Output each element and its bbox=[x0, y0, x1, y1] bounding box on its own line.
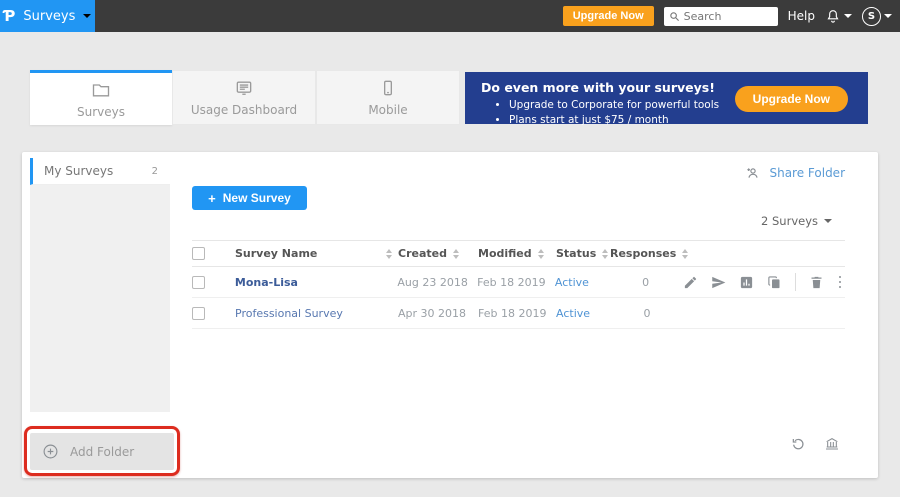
divider bbox=[795, 273, 796, 291]
modified-date: Feb 18 2019 bbox=[477, 276, 545, 289]
chevron-down-icon bbox=[824, 219, 832, 223]
new-survey-label: New Survey bbox=[223, 191, 291, 205]
upgrade-banner: Do even more with your surveys! Upgrade … bbox=[465, 72, 868, 124]
notifications-menu[interactable] bbox=[825, 8, 852, 24]
bell-icon bbox=[825, 8, 841, 24]
product-menu-label: Surveys bbox=[23, 9, 75, 24]
header-survey-name: Survey Name bbox=[235, 247, 317, 260]
sort-icon[interactable] bbox=[538, 249, 544, 259]
banner-bullet: Plans start at just $75 / month bbox=[509, 113, 868, 128]
chevron-down-icon bbox=[844, 14, 852, 18]
new-survey-button[interactable]: + New Survey bbox=[192, 186, 307, 210]
surveys-table: Survey Name Created Modified Status Resp… bbox=[192, 240, 845, 329]
sidebar-item-my-surveys[interactable]: My Surveys 2 bbox=[30, 158, 170, 185]
report-icon[interactable] bbox=[739, 275, 754, 290]
sort-icon[interactable] bbox=[682, 249, 688, 259]
tab-surveys[interactable]: Surveys bbox=[30, 70, 172, 125]
status-link[interactable]: Active bbox=[556, 307, 590, 320]
row-checkbox[interactable] bbox=[192, 307, 205, 320]
plus-icon: + bbox=[208, 191, 216, 206]
status-link[interactable]: Active bbox=[555, 276, 589, 289]
header-status: Status bbox=[556, 247, 596, 260]
survey-name-link[interactable]: Professional Survey bbox=[235, 307, 343, 320]
chevron-down-icon bbox=[83, 14, 91, 18]
modified-date: Feb 18 2019 bbox=[478, 307, 546, 320]
panel-utility-icons bbox=[790, 436, 840, 452]
search-input[interactable] bbox=[684, 10, 768, 23]
copy-icon[interactable] bbox=[767, 275, 782, 290]
account-menu[interactable]: S bbox=[862, 7, 892, 26]
sort-icon[interactable] bbox=[453, 249, 459, 259]
surveys-panel: My Surveys 2 Add Folder Share Folder + N… bbox=[22, 152, 878, 478]
my-surveys-label: My Surveys bbox=[44, 164, 113, 178]
table-row: Professional Survey Apr 30 2018 Feb 18 2… bbox=[192, 298, 845, 329]
share-person-icon bbox=[745, 165, 761, 181]
search-box[interactable] bbox=[664, 7, 778, 26]
avatar: S bbox=[862, 7, 881, 26]
header-modified: Modified bbox=[478, 247, 532, 260]
table-row: Mona-Lisa Aug 23 2018 Feb 18 2019 Active… bbox=[192, 267, 845, 298]
edit-icon[interactable] bbox=[683, 275, 698, 290]
header-created: Created bbox=[398, 247, 447, 260]
share-folder-label: Share Folder bbox=[769, 166, 845, 180]
tab-label: Usage Dashboard bbox=[191, 103, 297, 117]
add-folder-label: Add Folder bbox=[70, 445, 134, 459]
navbar-right-cluster: Upgrade Now Help S bbox=[563, 0, 892, 32]
banner-upgrade-button[interactable]: Upgrade Now bbox=[735, 86, 848, 112]
responses-count: 0 bbox=[644, 307, 651, 320]
my-surveys-count: 2 bbox=[152, 166, 158, 177]
distribute-icon[interactable] bbox=[711, 275, 726, 290]
help-link[interactable]: Help bbox=[788, 9, 815, 23]
add-folder-button[interactable]: Add Folder bbox=[30, 433, 174, 470]
row-checkbox[interactable] bbox=[192, 276, 205, 289]
tab-label: Mobile bbox=[368, 103, 407, 117]
surveys-count-label: 2 Surveys bbox=[761, 214, 818, 228]
module-tabs: Surveys Usage Dashboard Mobile bbox=[30, 70, 460, 125]
archive-bin-icon[interactable] bbox=[824, 436, 840, 452]
app-logo-icon: Ƥ bbox=[4, 9, 16, 24]
product-menu[interactable]: Ƥ Surveys bbox=[0, 0, 95, 32]
restore-icon[interactable] bbox=[790, 436, 806, 452]
delete-icon[interactable] bbox=[809, 275, 824, 290]
select-all-checkbox[interactable] bbox=[192, 247, 205, 260]
header-responses: Responses bbox=[610, 247, 676, 260]
upgrade-now-button[interactable]: Upgrade Now bbox=[563, 6, 654, 26]
table-header-row: Survey Name Created Modified Status Resp… bbox=[192, 240, 845, 267]
created-date: Apr 30 2018 bbox=[398, 307, 466, 320]
tab-usage-dashboard[interactable]: Usage Dashboard bbox=[172, 70, 316, 125]
share-folder-button[interactable]: Share Folder bbox=[745, 165, 845, 181]
surveys-count-dropdown[interactable]: 2 Surveys bbox=[761, 214, 832, 228]
survey-name-link[interactable]: Mona-Lisa bbox=[235, 276, 298, 289]
search-icon bbox=[669, 11, 680, 22]
tab-label: Surveys bbox=[77, 105, 125, 119]
sort-icon[interactable] bbox=[602, 249, 608, 259]
mobile-icon bbox=[378, 78, 398, 98]
plus-circle-icon bbox=[42, 443, 59, 460]
created-date: Aug 23 2018 bbox=[397, 276, 467, 289]
tab-mobile[interactable]: Mobile bbox=[316, 70, 460, 125]
sort-icon[interactable] bbox=[386, 249, 392, 259]
chevron-down-icon bbox=[884, 14, 892, 18]
folder-list-background bbox=[30, 185, 170, 412]
folder-icon bbox=[91, 80, 111, 100]
top-navbar: Ƥ Surveys Upgrade Now Help S bbox=[0, 0, 900, 32]
responses-count: 0 bbox=[642, 276, 649, 289]
dashboard-icon bbox=[234, 78, 254, 98]
more-icon[interactable] bbox=[837, 274, 844, 291]
